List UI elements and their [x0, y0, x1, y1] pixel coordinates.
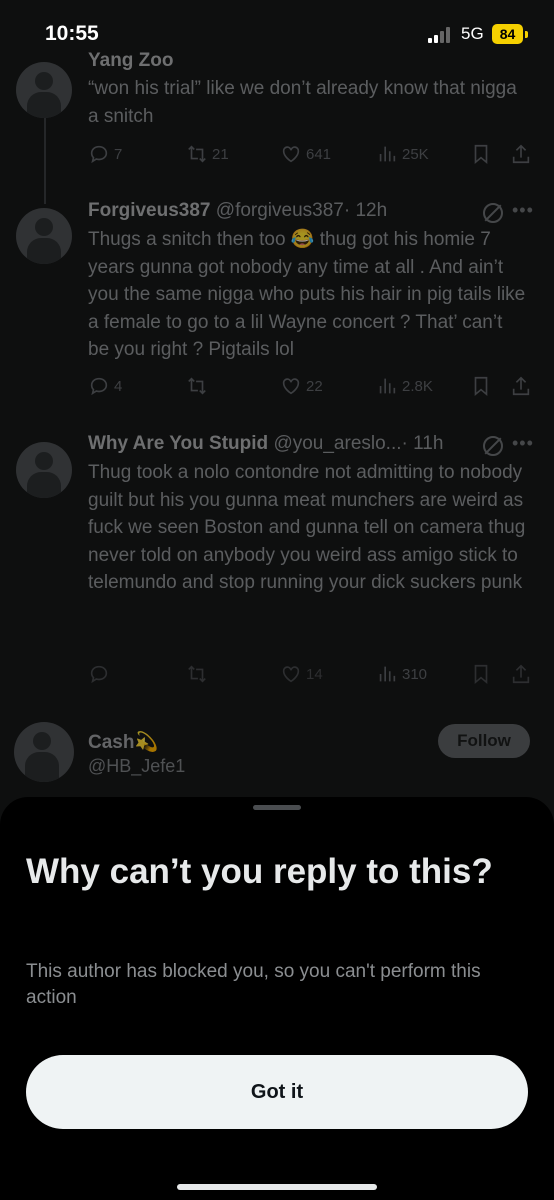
sheet-description: This author has blocked you, so you can'… [26, 961, 481, 1008]
got-it-button[interactable]: Got it [26, 1055, 528, 1129]
signal-icon [428, 27, 454, 43]
status-bar: 10:55 5G 84 [0, 0, 554, 70]
home-indicator[interactable] [177, 1184, 377, 1190]
network-type: 5G [461, 24, 484, 43]
sheet-title: Why can’t you reply to this? [26, 852, 493, 891]
battery-tip [525, 31, 528, 38]
sheet-grabber[interactable] [253, 805, 301, 810]
blocked-reply-sheet: Why can’t you reply to this? This author… [0, 797, 554, 1200]
status-time: 10:55 [45, 22, 99, 45]
battery-icon: 84 [492, 24, 523, 44]
